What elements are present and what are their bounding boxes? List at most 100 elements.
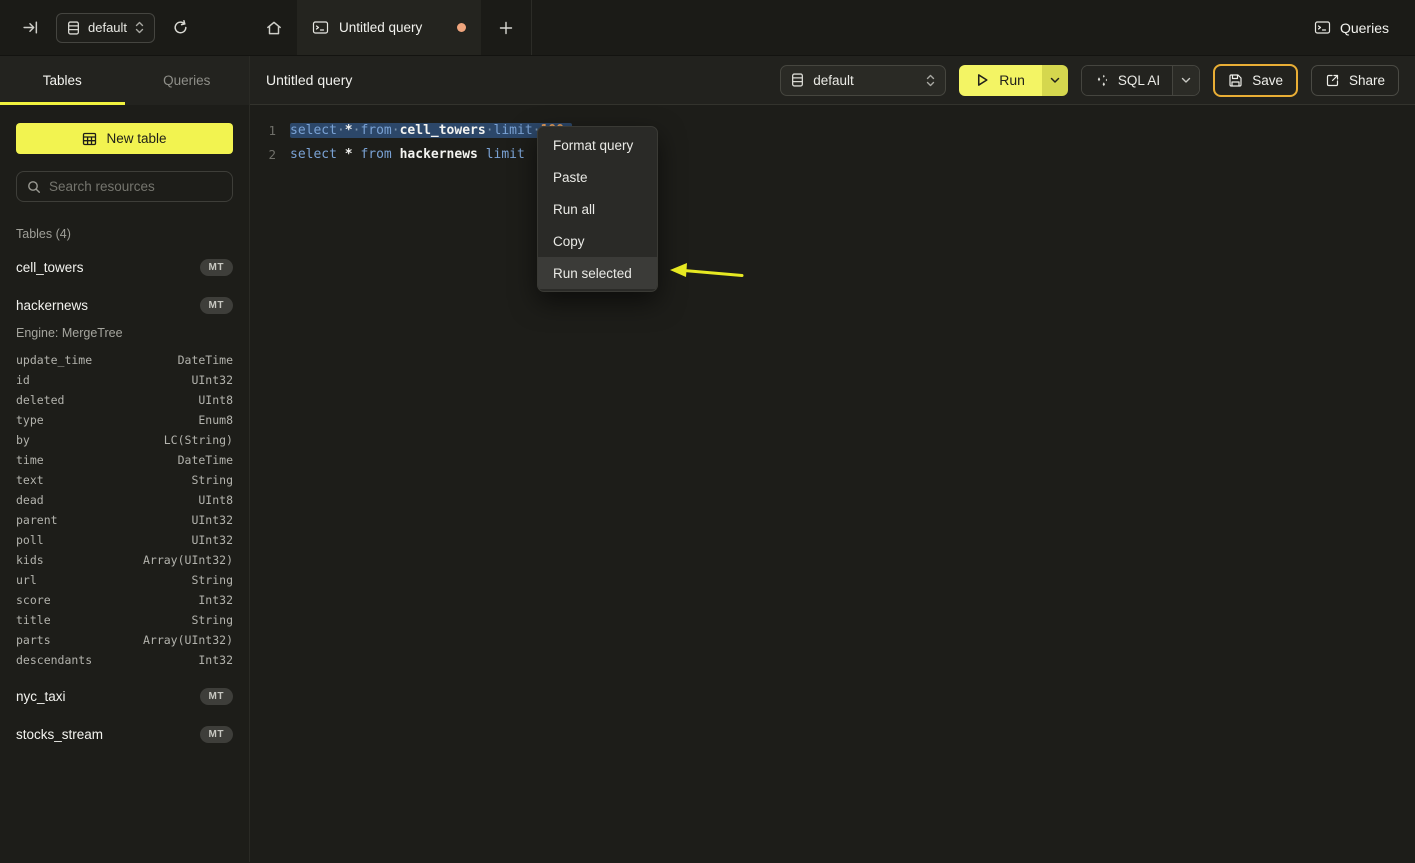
sql-ai-dropdown[interactable] (1172, 66, 1199, 95)
column-name: update_time (16, 350, 92, 370)
queries-button[interactable]: Queries (1314, 0, 1389, 55)
table-list-item[interactable]: cell_towers MT (16, 255, 233, 279)
table-column-row: dead UInt8 (16, 490, 233, 510)
column-type: Int32 (198, 590, 233, 610)
table-column-row: update_time DateTime (16, 350, 233, 370)
table-list-item[interactable]: nyc_taxi MT (16, 684, 233, 708)
chevron-updown-icon (926, 74, 935, 87)
selected-code: select·*·from·cell_towers·limit·100· (290, 123, 572, 138)
save-floppy-icon (1228, 73, 1243, 88)
table-column-row: poll UInt32 (16, 530, 233, 550)
sidebar: Tables Queries New table (0, 56, 250, 862)
column-name: by (16, 430, 30, 450)
engine-badge: MT (200, 297, 233, 314)
column-name: time (16, 450, 44, 470)
table-column-row: id UInt32 (16, 370, 233, 390)
line-number: 2 (250, 147, 276, 162)
table-column-row: by LC(String) (16, 430, 233, 450)
context-menu: Format query Paste Run all Copy Run sele… (537, 126, 658, 292)
sidebar-tab-tables[interactable]: Tables (0, 56, 125, 105)
column-type: Array(UInt32) (143, 550, 233, 570)
table-engine-label: Engine: MergeTree (16, 326, 233, 340)
sql-editor[interactable]: 1 select·*·from·cell_towers·limit·100· 2… (250, 105, 1415, 862)
table-column-row: score Int32 (16, 590, 233, 610)
table-column-row: parent UInt32 (16, 510, 233, 530)
columns-list: update_time DateTime id UInt32 deleted U… (16, 350, 233, 670)
column-type: String (191, 470, 233, 490)
sparkles-icon (1094, 73, 1109, 88)
table-name: hackernews (16, 298, 88, 313)
column-type: DateTime (178, 450, 233, 470)
tables-list: cell_towers MT hackernews MT Engine: Mer… (16, 255, 233, 746)
run-button-label: Run (999, 72, 1025, 88)
sidebar-tab-queries[interactable]: Queries (125, 56, 250, 105)
database-icon (67, 21, 80, 35)
share-button[interactable]: Share (1311, 65, 1399, 96)
column-name: parts (16, 630, 51, 650)
database-icon (791, 73, 804, 87)
terminal-icon (312, 20, 329, 35)
table-column-row: descendants Int32 (16, 650, 233, 670)
query-toolbar: default Run (780, 64, 1399, 97)
code-text: select * from hackernews limit (290, 147, 533, 162)
table-column-row: parts Array(UInt32) (16, 630, 233, 650)
save-button[interactable]: Save (1213, 64, 1298, 97)
collapse-sidebar-button[interactable] (22, 19, 39, 36)
tab-label: Untitled query (339, 20, 422, 35)
context-menu-item[interactable]: Paste (538, 161, 657, 193)
table-list-item[interactable]: stocks_stream MT (16, 722, 233, 746)
column-name: kids (16, 550, 44, 570)
tab-strip: Untitled query (250, 0, 532, 55)
sql-ai-button[interactable]: SQL AI (1082, 66, 1172, 95)
plus-icon (499, 21, 513, 35)
top-bar: default (0, 0, 1415, 56)
play-icon (976, 73, 989, 87)
run-button-group: Run (959, 65, 1068, 96)
refresh-button[interactable] (172, 19, 189, 36)
code-line[interactable]: 1 select·*·from·cell_towers·limit·100· (250, 118, 1415, 142)
topbar-database-selector[interactable]: default (56, 13, 155, 43)
column-type: LC(String) (164, 430, 233, 450)
table-name: nyc_taxi (16, 689, 66, 704)
tab-untitled-query[interactable]: Untitled query (297, 0, 481, 55)
column-name: deleted (16, 390, 64, 410)
new-table-button[interactable]: New table (16, 123, 233, 154)
column-type: UInt8 (198, 390, 233, 410)
engine-badge: MT (200, 688, 233, 705)
table-grid-icon (82, 132, 97, 146)
column-type: Enum8 (198, 410, 233, 430)
refresh-icon (172, 19, 189, 36)
content-area: Tables Queries New table (0, 56, 1415, 862)
new-tab-button[interactable] (481, 0, 532, 55)
home-tab[interactable] (250, 0, 297, 55)
column-name: title (16, 610, 51, 630)
column-name: text (16, 470, 44, 490)
table-list-item[interactable]: hackernews MT (16, 293, 233, 317)
chevron-down-icon (1181, 77, 1191, 84)
toolbar-database-selector[interactable]: default (780, 65, 946, 96)
column-name: score (16, 590, 51, 610)
context-menu-item[interactable]: Run all (538, 193, 657, 225)
run-options-dropdown[interactable] (1042, 65, 1068, 96)
engine-badge: MT (200, 726, 233, 743)
context-menu-item[interactable]: Run selected (538, 257, 657, 289)
column-type: String (191, 610, 233, 630)
table-name: cell_towers (16, 260, 84, 275)
search-input[interactable] (49, 179, 226, 194)
context-menu-item[interactable]: Format query (538, 129, 657, 161)
run-button[interactable]: Run (959, 65, 1042, 96)
code-text: select·*·from·cell_towers·limit·100· (290, 123, 572, 138)
sidebar-body: New table Tables (4) cell_towers MT hack… (0, 105, 249, 862)
share-icon (1325, 73, 1340, 88)
collapse-sidebar-icon (22, 19, 39, 36)
chevron-down-icon (1050, 77, 1060, 84)
column-type: UInt32 (191, 530, 233, 550)
queries-terminal-icon (1314, 20, 1331, 35)
column-type: UInt32 (191, 510, 233, 530)
code-line[interactable]: 2 select * from hackernews limit (250, 142, 1415, 166)
save-button-label: Save (1252, 73, 1283, 88)
column-name: descendants (16, 650, 92, 670)
column-type: UInt32 (191, 370, 233, 390)
context-menu-item[interactable]: Copy (538, 225, 657, 257)
main-panel: Untitled query default (250, 56, 1415, 862)
